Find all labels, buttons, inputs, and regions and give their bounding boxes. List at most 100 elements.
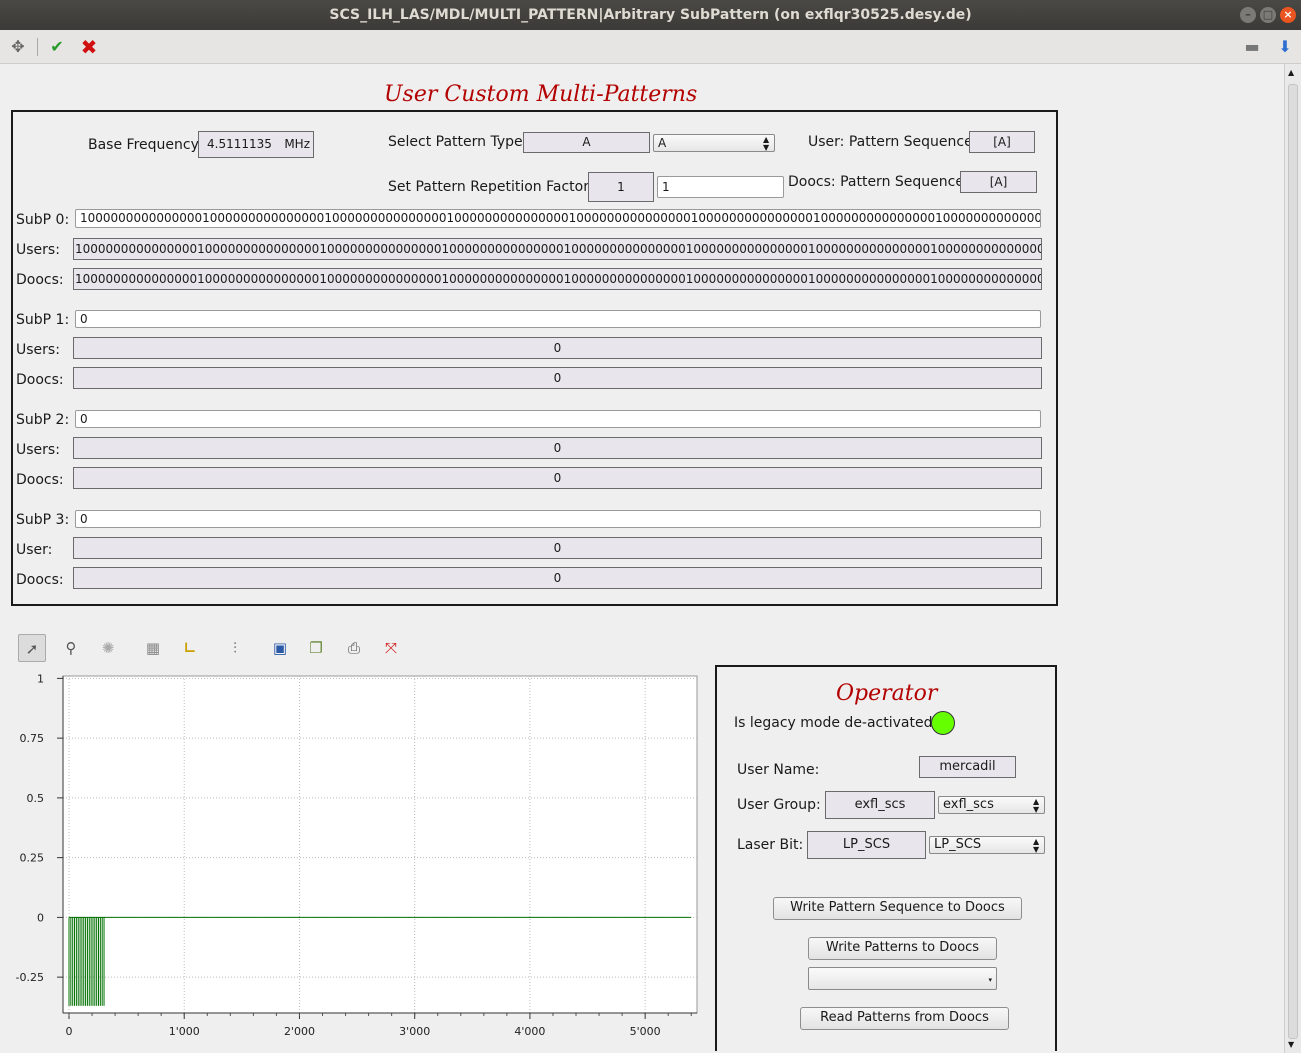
x-tick-label: 2'000	[284, 1025, 315, 1038]
users-pattern-value: 0	[73, 337, 1042, 359]
subpattern-input[interactable]: 0	[75, 310, 1041, 328]
user-group-value: exfl_scs	[825, 791, 935, 819]
doocs-label: Doocs:	[16, 372, 64, 388]
y-tick-label: -0.25	[16, 971, 44, 984]
y-tick-label: 0.75	[20, 732, 45, 745]
user-name-label: User Name:	[737, 762, 820, 778]
user-group-selected: exfl_scs	[943, 797, 994, 812]
copy-icon[interactable]: ❐	[302, 634, 330, 662]
laser-bit-select[interactable]: LP_SCS ▲ ▼	[929, 836, 1045, 854]
pattern-type-select[interactable]: A ▲ ▼	[653, 134, 775, 152]
base-frequency-field: 4.5111135 MHz	[198, 131, 314, 158]
y-tick-label: 0.5	[27, 792, 45, 805]
apply-icon[interactable]: ✔	[47, 37, 67, 57]
toolbar-separator	[37, 38, 38, 56]
user-sequence-label: User: Pattern Sequence	[808, 134, 973, 150]
x-tick-label: 0	[66, 1025, 73, 1038]
subpattern-input[interactable]: 0	[75, 510, 1041, 528]
subpattern-input[interactable]: 0	[75, 410, 1041, 428]
window-titlebar: SCS_ILH_LAS/MDL/MULTI_PATTERN|Arbitrary …	[0, 0, 1301, 30]
write-patterns-select[interactable]: ▾	[808, 967, 997, 990]
doocs-label: Doocs:	[16, 272, 64, 288]
user-group-label: User Group:	[737, 797, 821, 813]
save-icon[interactable]: ▣	[266, 634, 294, 662]
close-icon[interactable]: ×	[1280, 7, 1296, 23]
doocs-pattern-value: 0	[73, 567, 1042, 589]
repetition-input[interactable]: 1	[657, 176, 784, 198]
y-tick-label: 0.25	[20, 852, 45, 865]
scrollbar-thumb[interactable]	[1288, 84, 1298, 1039]
doocs-sequence-label: Doocs: Pattern Sequence	[788, 174, 964, 190]
maximize-icon[interactable]: □	[1260, 7, 1276, 23]
write-pattern-sequence-button[interactable]: Write Pattern Sequence to Doocs	[773, 897, 1022, 920]
subpattern-label: SubP 1:	[16, 312, 70, 328]
laser-bit-value: LP_SCS	[807, 831, 926, 859]
users-pattern-value: 1000000000000000100000000000000010000000…	[73, 238, 1042, 260]
doocs-sequence-value: [A]	[960, 171, 1037, 193]
legacy-mode-label: Is legacy mode de-activated	[734, 715, 933, 731]
minimize-icon[interactable]: –	[1240, 7, 1256, 23]
users-pattern-value: 0	[73, 537, 1042, 559]
window-title: SCS_ILH_LAS/MDL/MULTI_PATTERN|Arbitrary …	[329, 7, 972, 23]
scroll-down-icon[interactable]: ▼	[1288, 1040, 1294, 1049]
doocs-label: Doocs:	[16, 572, 64, 588]
base-frequency-value: 4.5111135	[207, 137, 272, 151]
select-icon[interactable]: ➚	[18, 634, 46, 662]
users-label: Users:	[16, 342, 60, 358]
laser-bit-selected: LP_SCS	[934, 837, 982, 852]
y-tick-label: 1	[37, 672, 44, 685]
pattern-type-value: A	[523, 132, 650, 153]
user-group-select[interactable]: exfl_scs ▲ ▼	[938, 796, 1045, 814]
y-tick-label: 0	[37, 911, 44, 924]
zoom-icon[interactable]: ⚲	[57, 634, 85, 662]
print-icon[interactable]: ⎙	[340, 634, 368, 662]
download-icon[interactable]: ⬇	[1275, 37, 1295, 57]
base-frequency-label: Base Frequency	[88, 137, 199, 153]
x-tick-label: 4'000	[514, 1025, 545, 1038]
markers-icon[interactable]: ⫶	[221, 634, 249, 662]
subpattern-label: SubP 2:	[16, 412, 70, 428]
chevron-up-down-icon: ▲ ▼	[763, 135, 770, 152]
page-title: User Custom Multi-Patterns	[384, 82, 698, 107]
plot-canvas	[62, 675, 698, 1014]
user-name-value: mercadil	[919, 756, 1016, 778]
cancel-icon[interactable]: ✖	[79, 37, 99, 57]
operator-title: Operator	[836, 681, 938, 706]
print-icon[interactable]: ▬	[1242, 37, 1262, 57]
chevron-up-down-icon: ▲ ▼	[1033, 837, 1040, 854]
move-icon[interactable]: ✥	[8, 37, 28, 57]
doocs-pattern-value: 0	[73, 367, 1042, 389]
pattern-type-selected: A	[658, 136, 667, 150]
doocs-pattern-value: 0	[73, 467, 1042, 489]
legacy-mode-indicator	[931, 711, 955, 735]
settings-icon[interactable]: ✺	[94, 634, 122, 662]
base-frequency-unit: MHz	[284, 137, 310, 151]
write-patterns-button[interactable]: Write Patterns to Doocs	[808, 937, 997, 960]
users-pattern-value: 0	[73, 437, 1042, 459]
user-sequence-value: [A]	[969, 131, 1035, 153]
axes-icon[interactable]: ∟	[176, 634, 204, 662]
x-tick-label: 5'000	[630, 1025, 661, 1038]
read-patterns-button[interactable]: Read Patterns from Doocs	[800, 1007, 1009, 1030]
users-label: User:	[16, 542, 53, 558]
pattern-plot[interactable]: 0 1'000 2'000 3'000 4'000 5'000 1 0.75 0.5 0.25 0 -…	[0, 668, 705, 1048]
subpattern-label: SubP 0:	[16, 212, 70, 228]
users-label: Users:	[16, 242, 60, 258]
x-tick-label: 1'000	[169, 1025, 200, 1038]
grid-icon[interactable]: ▦	[139, 634, 167, 662]
repetition-label: Set Pattern Repetition Factor	[388, 179, 589, 195]
fullscreen-icon[interactable]: ⤧	[377, 634, 405, 662]
laser-bit-label: Laser Bit:	[737, 837, 804, 853]
x-tick-label: 3'000	[399, 1025, 430, 1038]
users-label: Users:	[16, 442, 60, 458]
repetition-value: 1	[588, 172, 654, 202]
vertical-scrollbar[interactable]: ▲ ▼	[1284, 64, 1301, 1053]
doocs-label: Doocs:	[16, 472, 64, 488]
chevron-down-icon: ▾	[988, 976, 992, 984]
pattern-type-label: Select Pattern Type	[388, 134, 523, 150]
main-toolbar: ✥ ✔ ✖ ▬ ⬇	[0, 30, 1301, 64]
doocs-pattern-value: 1000000000000000100000000000000010000000…	[73, 268, 1042, 290]
subpattern-label: SubP 3:	[16, 512, 70, 528]
subpattern-input[interactable]: 1000000000000000100000000000000010000000…	[75, 209, 1041, 228]
scroll-up-icon[interactable]: ▲	[1288, 68, 1294, 77]
